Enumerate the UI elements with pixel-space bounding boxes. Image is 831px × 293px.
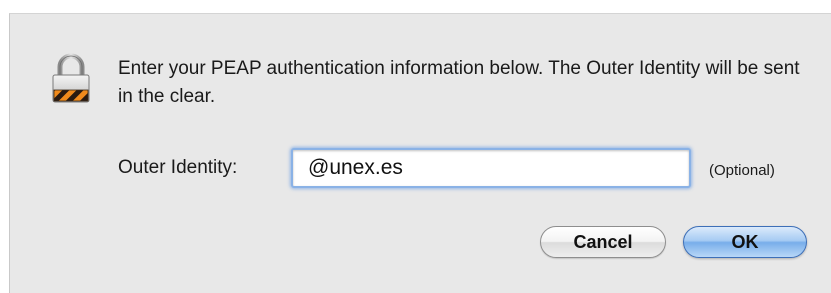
peap-auth-dialog: Enter your PEAP authentication informati… bbox=[9, 13, 831, 293]
outer-identity-label: Outer Identity: bbox=[118, 157, 238, 178]
cancel-button[interactable]: Cancel bbox=[540, 226, 666, 258]
outer-identity-input[interactable] bbox=[291, 148, 691, 188]
ok-button[interactable]: OK bbox=[683, 226, 807, 258]
padlock-icon bbox=[51, 52, 91, 104]
dialog-message: Enter your PEAP authentication informati… bbox=[118, 58, 800, 107]
optional-hint: (Optional) bbox=[709, 162, 775, 179]
